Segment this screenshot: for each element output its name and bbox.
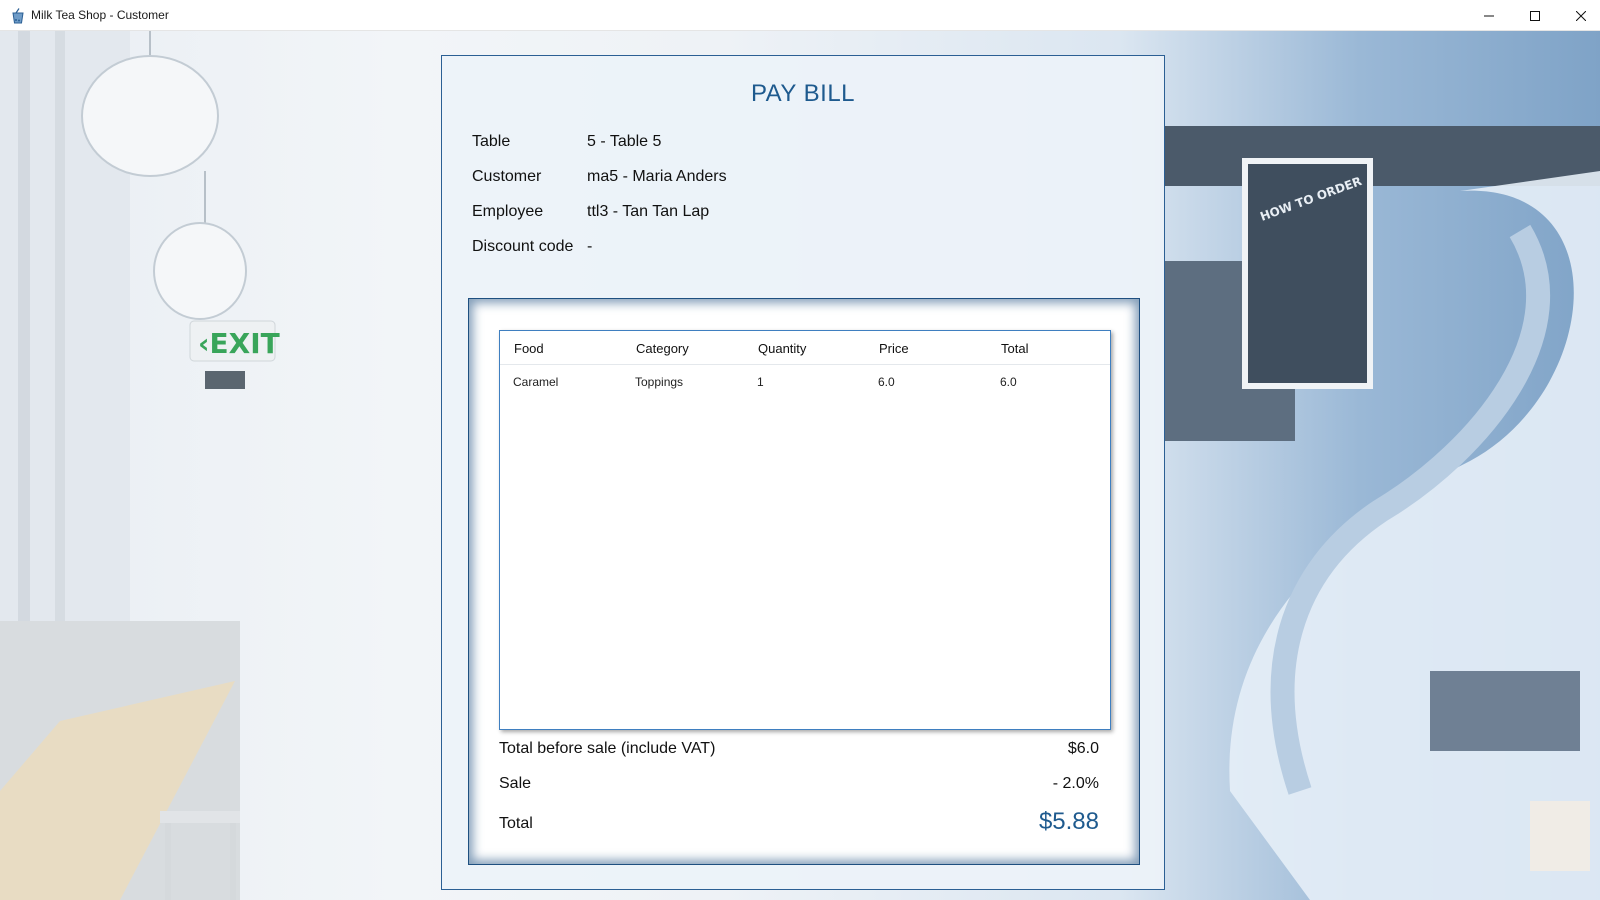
- table-row[interactable]: Caramel Toppings 1 6.0 6.0: [500, 365, 1110, 399]
- column-header-total[interactable]: Total: [1001, 341, 1028, 356]
- pay-bill-panel: PAY BILL Table 5 - Table 5 Customer ma5 …: [441, 55, 1165, 890]
- cell-category: Toppings: [635, 375, 684, 389]
- minimize-button[interactable]: [1466, 0, 1512, 31]
- cell-price: 6.0: [878, 375, 895, 389]
- total-label: Total: [499, 815, 533, 832]
- close-icon: [1576, 10, 1586, 21]
- column-header-category[interactable]: Category: [636, 341, 689, 356]
- employee-label: Employee: [472, 203, 544, 220]
- sale-label: Sale: [499, 775, 532, 792]
- total-before-sale-label: Total before sale (include VAT): [499, 740, 716, 757]
- column-header-price[interactable]: Price: [879, 341, 909, 356]
- cell-food: Caramel: [513, 375, 559, 389]
- page-title: PAY BILL: [750, 80, 856, 107]
- table-label: Table: [472, 133, 511, 150]
- maximize-button[interactable]: [1512, 0, 1558, 31]
- window-titlebar: Milk Tea Shop - Customer: [0, 0, 1600, 31]
- table-value: 5 - Table 5: [587, 133, 662, 150]
- table-header: Food Category Quantity Price Total: [500, 331, 1110, 365]
- minimize-icon: [1484, 15, 1494, 16]
- close-button[interactable]: [1558, 0, 1600, 31]
- cell-total: 6.0: [1000, 375, 1017, 389]
- discount-code-label: Discount code: [472, 238, 574, 255]
- column-header-food[interactable]: Food: [514, 341, 544, 356]
- total-value: $5.88: [1038, 808, 1099, 835]
- order-items-table[interactable]: Food Category Quantity Price Total Caram…: [499, 330, 1111, 730]
- sale-value: - 2.0%: [1052, 775, 1099, 792]
- cell-quantity: 1: [757, 375, 764, 389]
- window-title: Milk Tea Shop - Customer: [31, 8, 169, 22]
- total-before-sale-value: $6.0: [1067, 740, 1099, 757]
- maximize-icon: [1530, 10, 1540, 21]
- customer-value: ma5 - Maria Anders: [587, 168, 727, 185]
- milk-tea-icon: [10, 8, 26, 24]
- customer-label: Customer: [472, 168, 542, 185]
- bill-box: Food Category Quantity Price Total Caram…: [468, 298, 1140, 865]
- svg-text:‹EXIT: ‹EXIT: [198, 327, 280, 360]
- discount-code-value: -: [587, 238, 593, 255]
- employee-value: ttl3 - Tan Tan Lap: [587, 203, 710, 220]
- column-header-quantity[interactable]: Quantity: [758, 341, 806, 356]
